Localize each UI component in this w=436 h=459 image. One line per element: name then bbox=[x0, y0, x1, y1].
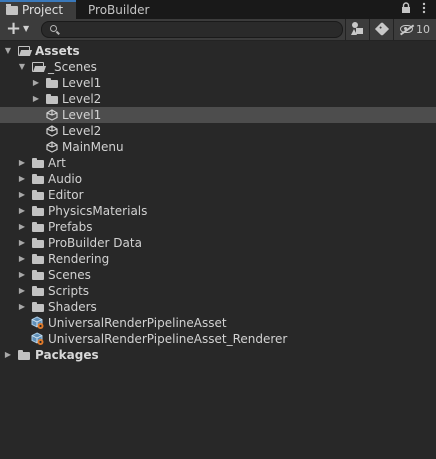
tree-item-label: Rendering bbox=[48, 252, 110, 266]
caret-down-icon: ▼ bbox=[23, 24, 30, 33]
tree-item-asset-urp[interactable]: UniversalRenderPipelineAsset bbox=[0, 315, 436, 331]
tree-item-scenes-folder[interactable]: ▼ _Scenes bbox=[0, 59, 436, 75]
tab-project[interactable]: Project bbox=[0, 0, 76, 19]
folder-icon bbox=[18, 349, 31, 361]
tree-item-folder-art[interactable]: ▶ Art bbox=[0, 155, 436, 171]
tree-item-folder-audio[interactable]: ▶ Audio bbox=[0, 171, 436, 187]
tree-item-label: ProBuilder Data bbox=[48, 236, 142, 250]
folder-icon bbox=[32, 269, 45, 281]
search-by-type-button[interactable] bbox=[345, 19, 369, 40]
tree-item-label: Assets bbox=[35, 44, 80, 58]
menu-dots-icon[interactable] bbox=[418, 2, 430, 16]
tree-item-label: Scenes bbox=[48, 268, 91, 282]
tree-item-scene-level2[interactable]: Level2 bbox=[0, 123, 436, 139]
tree-item-folder-shaders[interactable]: ▶ Shaders bbox=[0, 299, 436, 315]
tree-item-label: MainMenu bbox=[62, 140, 124, 154]
collapsed-arrow-icon[interactable]: ▶ bbox=[17, 171, 27, 187]
search-icon bbox=[50, 25, 57, 32]
tree-item-folder-level1[interactable]: ▶ Level1 bbox=[0, 75, 436, 91]
tree-item-folder-level2[interactable]: ▶ Level2 bbox=[0, 91, 436, 107]
render-pipeline-asset-icon bbox=[31, 332, 44, 345]
project-toolbar: + ▼ 10 bbox=[0, 19, 436, 41]
tab-probuilder[interactable]: ProBuilder bbox=[82, 0, 149, 19]
hidden-packages-count: 10 bbox=[416, 23, 430, 36]
folder-icon bbox=[32, 237, 45, 249]
tree-item-folder-probuilder-data[interactable]: ▶ ProBuilder Data bbox=[0, 235, 436, 251]
lock-icon[interactable] bbox=[400, 2, 412, 16]
tree-item-label: UniversalRenderPipelineAsset_Renderer bbox=[48, 332, 288, 346]
folder-open-icon bbox=[32, 61, 45, 73]
expanded-arrow-icon[interactable]: ▼ bbox=[3, 43, 13, 59]
tree-item-label: _Scenes bbox=[48, 60, 97, 74]
tree-item-label: PhysicsMaterials bbox=[48, 204, 148, 218]
unity-scene-icon bbox=[46, 125, 59, 137]
tree-item-label: Level2 bbox=[62, 124, 102, 138]
folder-icon bbox=[32, 157, 45, 169]
tree-item-folder-rendering[interactable]: ▶ Rendering bbox=[0, 251, 436, 267]
tree-item-label: Scripts bbox=[48, 284, 90, 298]
unity-scene-icon bbox=[46, 141, 59, 153]
collapsed-arrow-icon[interactable]: ▶ bbox=[17, 235, 27, 251]
tree-item-folder-physicsmaterials[interactable]: ▶ PhysicsMaterials bbox=[0, 203, 436, 219]
render-pipeline-asset-icon bbox=[31, 316, 44, 329]
tree-item-folder-scripts[interactable]: ▶ Scripts bbox=[0, 283, 436, 299]
collapsed-arrow-icon[interactable]: ▶ bbox=[17, 155, 27, 171]
tree-item-label: Packages bbox=[35, 348, 99, 362]
folder-icon bbox=[32, 189, 45, 201]
expanded-arrow-icon[interactable]: ▼ bbox=[17, 59, 27, 75]
tab-project-label: Project bbox=[22, 3, 64, 17]
toggle-hidden-packages-button[interactable]: 10 bbox=[393, 19, 436, 40]
tree-item-label: Level1 bbox=[62, 76, 102, 90]
tag-icon bbox=[374, 21, 389, 37]
tree-item-assets[interactable]: ▼ Assets bbox=[0, 43, 436, 59]
tree-item-label: Level1 bbox=[62, 108, 102, 122]
tree-item-scene-level1[interactable]: Level1 bbox=[0, 107, 436, 123]
collapsed-arrow-icon[interactable]: ▶ bbox=[17, 187, 27, 203]
collapsed-arrow-icon[interactable]: ▶ bbox=[17, 267, 27, 283]
tree-item-label: Audio bbox=[48, 172, 83, 186]
tree-item-label: Prefabs bbox=[48, 220, 93, 234]
collapsed-arrow-icon[interactable]: ▶ bbox=[17, 299, 27, 315]
search-by-label-button[interactable] bbox=[369, 19, 393, 40]
tree-item-folder-scenes[interactable]: ▶ Scenes bbox=[0, 267, 436, 283]
collapsed-arrow-icon[interactable]: ▶ bbox=[17, 283, 27, 299]
tree-item-folder-editor[interactable]: ▶ Editor bbox=[0, 187, 436, 203]
folder-icon bbox=[46, 77, 59, 89]
tree-item-label: Level2 bbox=[62, 92, 102, 106]
tree-item-folder-prefabs[interactable]: ▶ Prefabs bbox=[0, 219, 436, 235]
tab-probuilder-label: ProBuilder bbox=[88, 3, 150, 17]
folder-icon bbox=[32, 301, 45, 313]
tree-item-scene-mainmenu[interactable]: MainMenu bbox=[0, 139, 436, 155]
collapsed-arrow-icon[interactable]: ▶ bbox=[31, 75, 41, 91]
folder-icon bbox=[32, 221, 45, 233]
unity-scene-icon bbox=[46, 109, 59, 121]
eye-slash-icon bbox=[400, 25, 413, 33]
folder-icon bbox=[46, 93, 59, 105]
collapsed-arrow-icon[interactable]: ▶ bbox=[17, 251, 27, 267]
shapes-icon bbox=[351, 22, 364, 35]
tree-item-label: Editor bbox=[48, 188, 84, 202]
folder-open-icon bbox=[18, 45, 31, 57]
tree-item-label: UniversalRenderPipelineAsset bbox=[48, 316, 227, 330]
collapsed-arrow-icon[interactable]: ▶ bbox=[17, 203, 27, 219]
folder-icon bbox=[32, 285, 45, 297]
collapsed-arrow-icon[interactable]: ▶ bbox=[17, 219, 27, 235]
project-window: Project ProBuilder + ▼ 10 ▼ Assets ▼ _Sc… bbox=[0, 0, 436, 459]
folder-icon bbox=[32, 205, 45, 217]
tree-item-label: Shaders bbox=[48, 300, 97, 314]
tree-item-packages[interactable]: ▶ Packages bbox=[0, 347, 436, 363]
folder-icon bbox=[32, 173, 45, 185]
project-tree: ▼ Assets ▼ _Scenes ▶ Level1 ▶ Level2 Lev… bbox=[0, 43, 436, 363]
tab-bar: Project ProBuilder bbox=[0, 0, 436, 19]
folder-icon bbox=[32, 253, 45, 265]
tree-item-asset-urp-renderer[interactable]: UniversalRenderPipelineAsset_Renderer bbox=[0, 331, 436, 347]
tree-item-label: Art bbox=[48, 156, 66, 170]
search-input[interactable] bbox=[64, 22, 334, 37]
collapsed-arrow-icon[interactable]: ▶ bbox=[31, 91, 41, 107]
collapsed-arrow-icon[interactable]: ▶ bbox=[3, 347, 13, 363]
create-button[interactable]: + ▼ bbox=[4, 18, 34, 39]
plus-icon: + bbox=[6, 18, 22, 39]
search-box bbox=[41, 21, 343, 38]
folder-icon bbox=[6, 4, 18, 15]
